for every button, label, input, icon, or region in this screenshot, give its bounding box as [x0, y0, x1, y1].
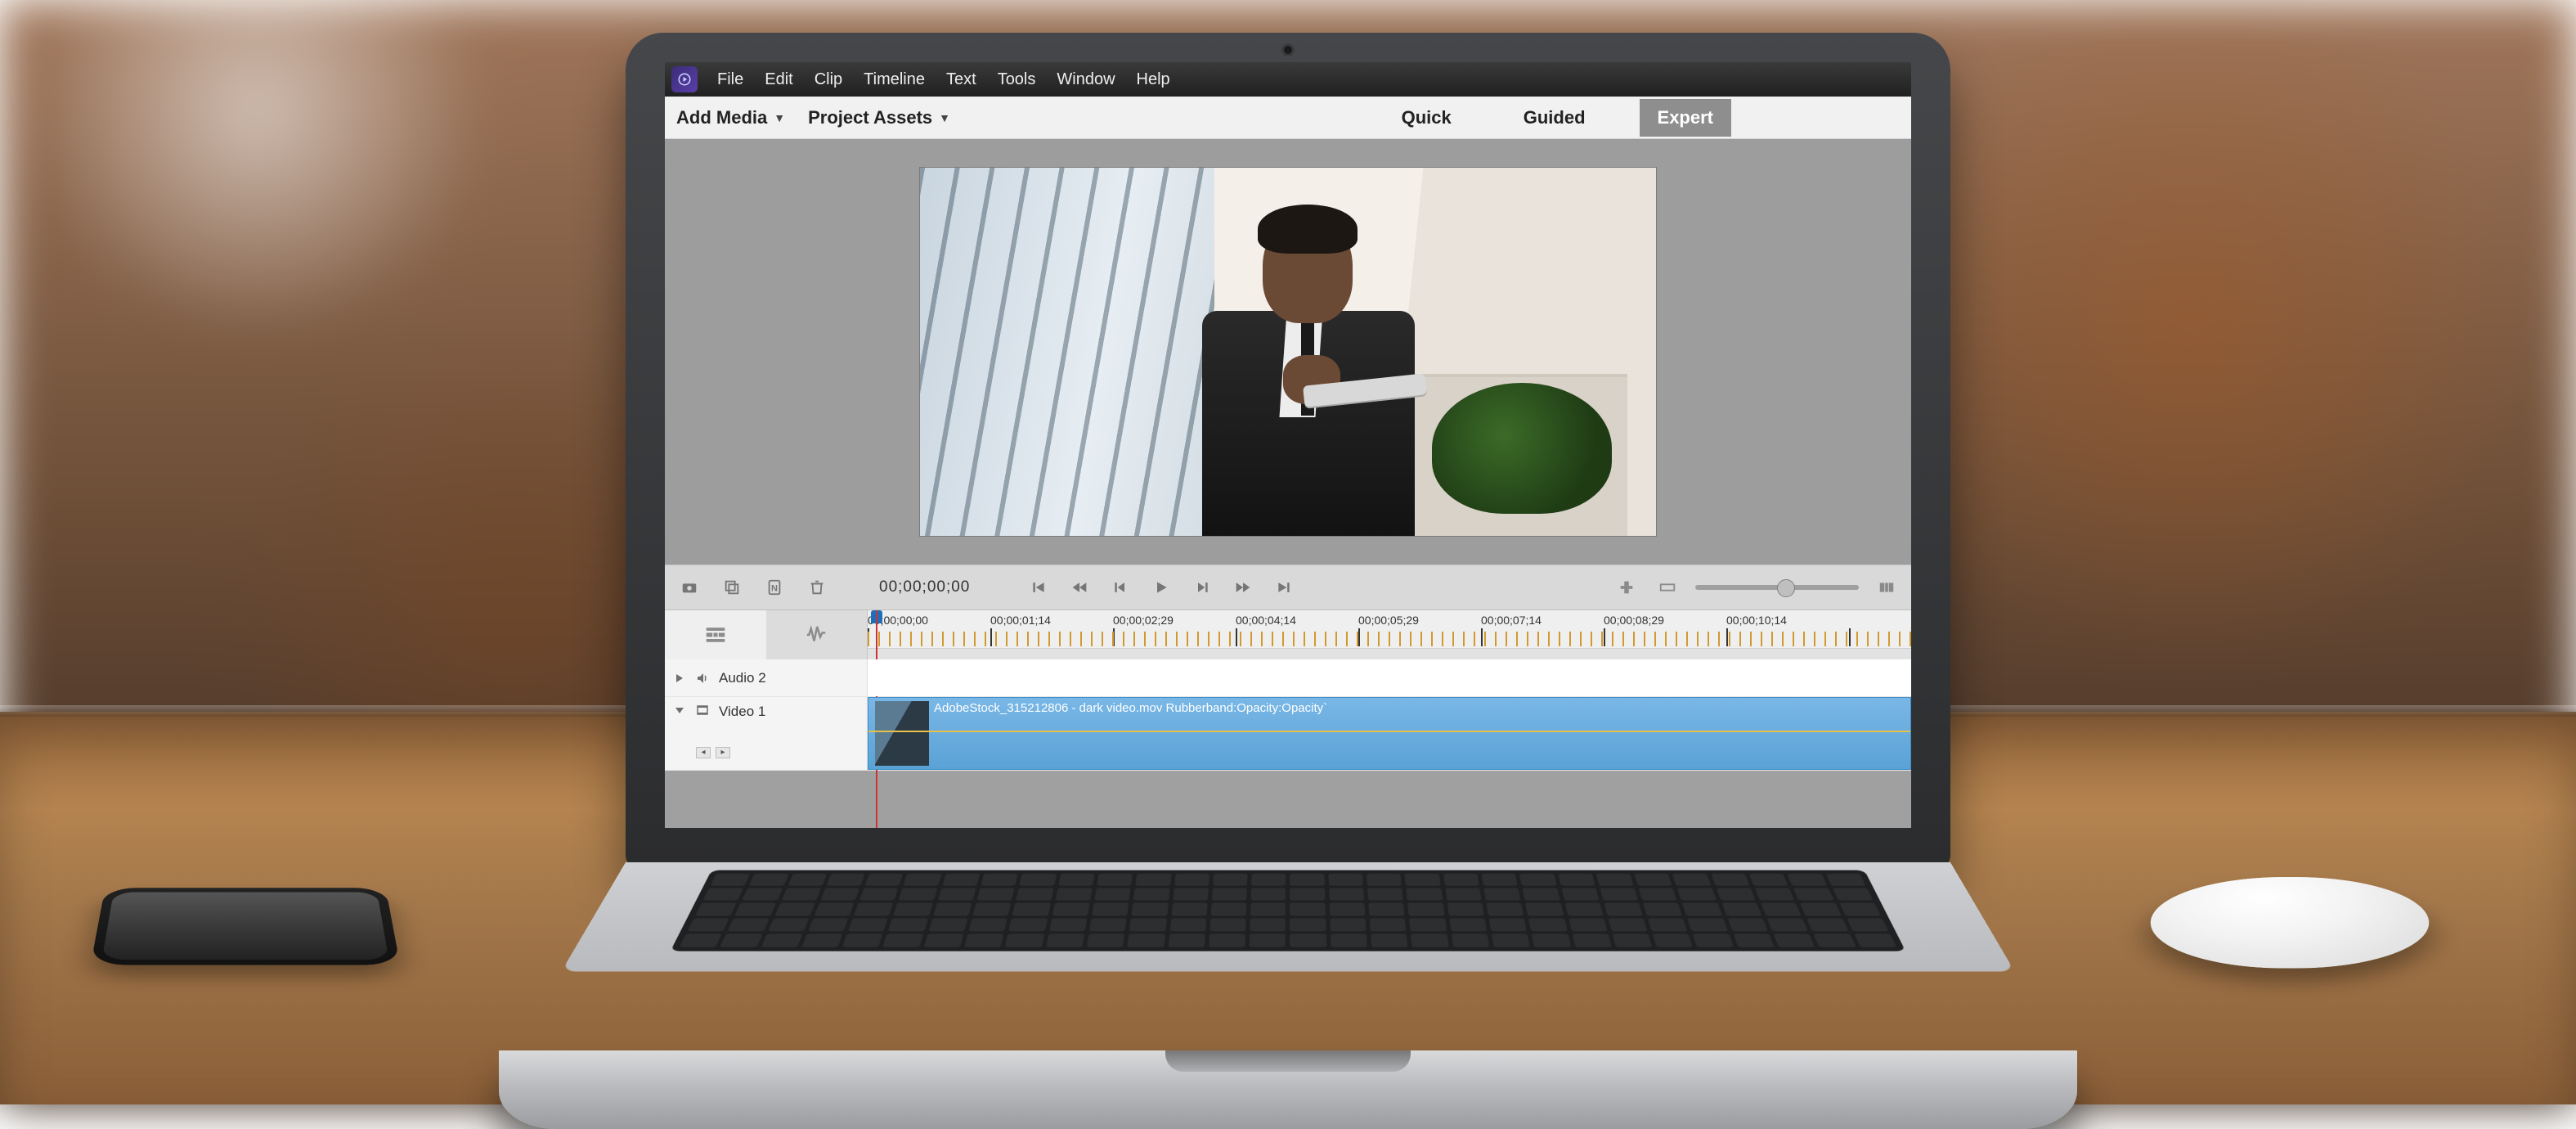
speaker-icon	[696, 672, 709, 685]
zoom-in-button[interactable]	[1874, 574, 1900, 600]
step-back-button[interactable]	[1107, 574, 1133, 600]
project-assets-dropdown[interactable]: Project Assets ▼	[808, 107, 950, 128]
transport-bar: N 00;00;00;00	[665, 564, 1911, 610]
opacity-rubberband[interactable]	[868, 731, 1910, 732]
menu-tools[interactable]: Tools	[996, 67, 1038, 92]
add-media-dropdown[interactable]: Add Media ▼	[676, 107, 785, 128]
zoom-controls	[1613, 574, 1900, 600]
mode-expert[interactable]: Expert	[1640, 99, 1731, 137]
collapse-icon	[673, 704, 686, 717]
track-header-video-1[interactable]: Video 1 ◂ ▸	[665, 697, 868, 770]
svg-text:N: N	[771, 584, 778, 594]
timecode-display[interactable]: 00;00;00;00	[879, 578, 970, 596]
clip-label: AdobeStock_315212806 - dark video.mov Ru…	[934, 701, 1327, 715]
laptop-lid: File Edit Clip Timeline Text Tools Windo…	[626, 33, 1950, 867]
preview-scene-person	[1126, 205, 1380, 518]
mode-quick[interactable]: Quick	[1384, 99, 1470, 137]
track-lane-video-1[interactable]: AdobeStock_315212806 - dark video.mov Ru…	[868, 697, 1911, 770]
go-to-end-button[interactable]	[1271, 574, 1297, 600]
ruler-tick-label: 00;00;10;14	[1726, 614, 1787, 627]
menu-window[interactable]: Window	[1055, 67, 1116, 92]
zoom-out-button[interactable]	[1654, 574, 1681, 600]
ruler-tick-label: 00;00;08;29	[1604, 614, 1664, 627]
clip-thumbnail	[875, 701, 929, 766]
track-video-1: Video 1 ◂ ▸ AdobeStock_315212806 - dark …	[665, 697, 1911, 771]
playback-controls	[1025, 574, 1297, 600]
expand-icon	[673, 672, 686, 685]
rewind-button[interactable]	[1066, 574, 1093, 600]
laptop-keyboard-deck	[561, 862, 2015, 972]
app-window: File Edit Clip Timeline Text Tools Windo…	[665, 62, 1911, 828]
menu-edit[interactable]: Edit	[763, 67, 794, 92]
menu-timeline[interactable]: Timeline	[862, 67, 927, 92]
timeline-header: 00;00;00;00 00;00;01;14 00;00;02;29 00;0…	[665, 610, 1911, 659]
track-next-button[interactable]: ▸	[716, 747, 730, 758]
filmstrip-icon	[696, 704, 709, 717]
ruler-baseline	[868, 648, 1911, 659]
menu-help[interactable]: Help	[1135, 67, 1172, 92]
timeline-ruler[interactable]: 00;00;00;00 00;00;01;14 00;00;02;29 00;0…	[868, 610, 1911, 659]
track-lane-audio-2[interactable]	[868, 659, 1911, 696]
add-media-label: Add Media	[676, 107, 767, 128]
ruler-tick-label: 00;00;07;14	[1481, 614, 1542, 627]
menu-text[interactable]: Text	[945, 67, 978, 92]
snapshot-button[interactable]	[676, 574, 702, 600]
go-to-start-button[interactable]	[1025, 574, 1052, 600]
caret-down-icon: ▼	[939, 111, 950, 124]
mode-guided[interactable]: Guided	[1506, 99, 1604, 137]
track-name: Audio 2	[719, 670, 766, 686]
track-header-audio-2[interactable]: Audio 2	[665, 659, 868, 696]
workspace-toolbar: Add Media ▼ Project Assets ▼ Quick Guide…	[665, 97, 1911, 139]
playhead[interactable]	[871, 610, 882, 659]
track-name: Video 1	[719, 704, 765, 720]
timeline-audio-mode[interactable]	[766, 610, 868, 659]
laptop-base	[499, 1050, 2077, 1129]
ruler-tick-label: 00;00;02;29	[1113, 614, 1174, 627]
menu-file[interactable]: File	[716, 67, 745, 92]
app-logo-icon	[671, 66, 698, 92]
play-button[interactable]	[1148, 574, 1174, 600]
timeline-mode-switch	[665, 610, 868, 659]
ruler-labels: 00;00;00;00 00;00;01;14 00;00;02;29 00;0…	[868, 614, 1911, 630]
track-nav-buttons: ◂ ▸	[673, 747, 859, 758]
video-clip[interactable]: AdobeStock_315212806 - dark video.mov Ru…	[868, 697, 1911, 770]
track-audio-2: Audio 2	[665, 659, 1911, 697]
fit-zoom-button[interactable]	[1613, 574, 1640, 600]
zoom-slider[interactable]	[1695, 585, 1859, 590]
timeline-tracks: Audio 2 Video 1 ◂ ▸	[665, 659, 1911, 771]
timeline-video-mode[interactable]	[665, 610, 766, 659]
preview-scene-plant	[1432, 383, 1612, 514]
freeze-frame-button[interactable]	[719, 574, 745, 600]
ruler-tick-label: 00;00;05;29	[1358, 614, 1419, 627]
smartphone-prop	[91, 888, 401, 965]
track-prev-button[interactable]: ◂	[696, 747, 711, 758]
project-assets-label: Project Assets	[808, 107, 932, 128]
preview-stage	[665, 139, 1911, 564]
marker-button[interactable]: N	[761, 574, 788, 600]
ruler-minor-ticks	[868, 632, 1911, 646]
ruler-tick-label: 00;00;01;14	[990, 614, 1051, 627]
menu-clip[interactable]: Clip	[813, 67, 844, 92]
ruler-tick-label: 00;00;04;14	[1236, 614, 1296, 627]
video-preview[interactable]	[920, 168, 1656, 536]
step-forward-button[interactable]	[1189, 574, 1215, 600]
delete-button[interactable]	[804, 574, 830, 600]
caret-down-icon: ▼	[774, 111, 785, 124]
fast-forward-button[interactable]	[1230, 574, 1256, 600]
mode-tabs: Quick Guided Expert	[1384, 99, 1911, 137]
laptop: File Edit Clip Timeline Text Tools Windo…	[626, 33, 1950, 1129]
laptop-keyboard	[671, 870, 1906, 951]
menu-bar: File Edit Clip Timeline Text Tools Windo…	[665, 62, 1911, 97]
